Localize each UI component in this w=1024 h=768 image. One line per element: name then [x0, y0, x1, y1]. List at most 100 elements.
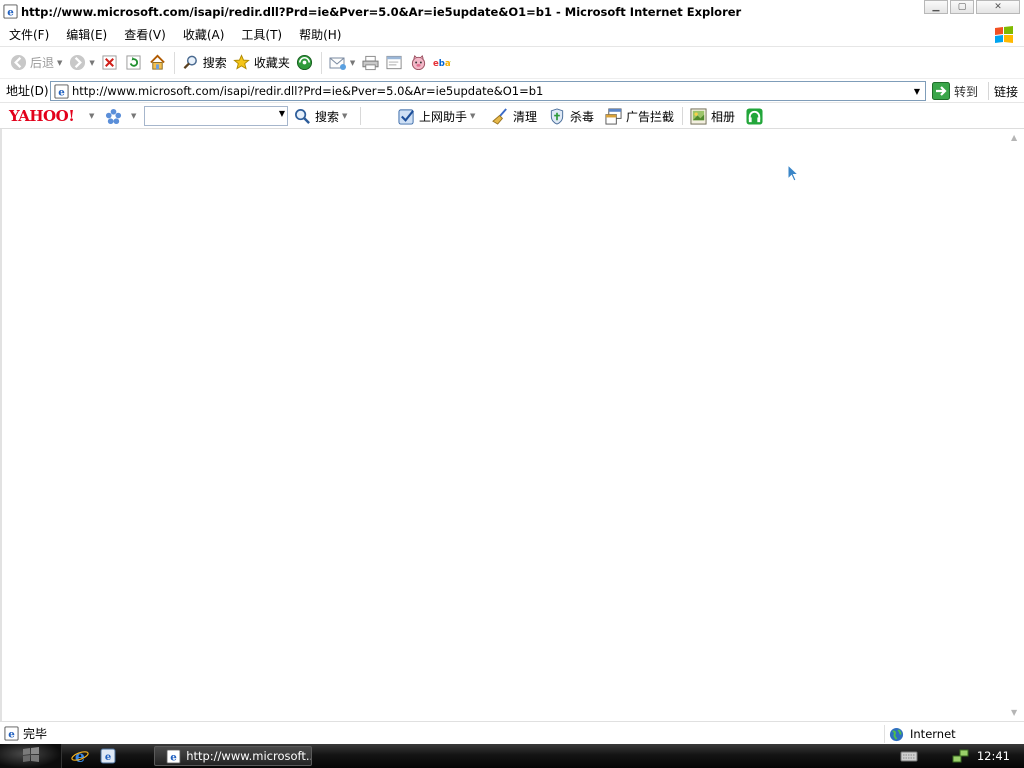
status-bar: e 完毕 Internet [0, 721, 1024, 744]
address-dropdown-icon[interactable]: ▼ [909, 82, 925, 100]
yahoo-search-dropdown-icon[interactable]: ▼ [279, 109, 285, 118]
menu-file[interactable]: 文件(F) [0, 26, 57, 43]
mail-dropdown-icon[interactable]: ▼ [350, 59, 355, 67]
minimize-button[interactable]: ▁ [924, 0, 948, 14]
ie-window: e http://www.microsoft.com/isapi/redir.d… [0, 0, 1024, 768]
broom-icon [491, 107, 509, 125]
address-url: http://www.microsoft.com/isapi/redir.dll… [72, 84, 544, 98]
refresh-button[interactable] [122, 51, 146, 75]
close-icon: ✕ [994, 2, 1002, 12]
adblock-button[interactable]: 广告拦截 [604, 106, 674, 126]
forward-dropdown-icon[interactable]: ▼ [89, 59, 94, 67]
scroll-down-icon[interactable]: ▼ [1011, 708, 1017, 717]
window-controls: ▁ ▢ ✕ [924, 0, 1020, 14]
start-button[interactable] [0, 744, 62, 768]
back-button[interactable]: 后退 ▼ [6, 51, 65, 75]
back-dropdown-icon[interactable]: ▼ [57, 59, 62, 67]
messenger-button[interactable] [406, 51, 430, 75]
go-arrow-icon [932, 82, 950, 100]
menu-edit[interactable]: 编辑(E) [57, 26, 115, 43]
go-label: 转到 [954, 84, 979, 99]
network-icon[interactable] [952, 747, 970, 765]
photo-album-icon [689, 107, 707, 125]
helper-dropdown-icon[interactable]: ▼ [470, 112, 475, 120]
svg-text:e: e [8, 728, 15, 740]
album-button[interactable]: 相册 [689, 106, 735, 126]
task-ie-icon: e [165, 747, 182, 765]
yahoo-search-button[interactable]: 搜索 ▼ [293, 106, 347, 126]
ebay-button[interactable]: ebay [430, 51, 454, 75]
keyboard-icon[interactable] [900, 747, 918, 765]
standard-toolbar: 后退 ▼ ▼ 搜索 收藏夹 ▼ eba [0, 47, 1024, 79]
yahoo-logo-dropdown-icon[interactable]: ▼ [89, 112, 94, 120]
task-label: http://www.microsoft... [186, 749, 311, 763]
links-separator [988, 82, 989, 100]
page-content[interactable]: ▲ ▼ [0, 129, 1024, 721]
scroll-up-icon[interactable]: ▲ [1011, 133, 1017, 142]
stop-button[interactable] [98, 51, 122, 75]
yahoo-search-input[interactable]: ▼ [144, 106, 288, 126]
headphones-icon[interactable] [745, 107, 763, 125]
status-text: 完毕 [23, 726, 48, 741]
menu-view[interactable]: 查看(V) [115, 26, 174, 43]
print-button[interactable] [358, 51, 382, 75]
helper-button[interactable]: 上网助手 ▼ [397, 106, 475, 126]
menu-help[interactable]: 帮助(H) [290, 26, 349, 43]
antivirus-label: 杀毒 [570, 109, 595, 124]
mail-icon [329, 54, 347, 72]
home-icon [149, 54, 167, 72]
clean-button[interactable]: 清理 [491, 106, 537, 126]
edit-icon [385, 54, 403, 72]
search-button[interactable]: 搜索 [179, 51, 230, 75]
taskbar-ie-window[interactable]: e http://www.microsoft... [154, 746, 312, 766]
links-button[interactable]: 链接 [994, 83, 1018, 100]
svg-text:e: e [58, 86, 65, 98]
menu-favorites[interactable]: 收藏(A) [174, 26, 233, 43]
close-button[interactable]: ✕ [976, 0, 1020, 14]
maximize-icon: ▢ [957, 2, 967, 12]
page-icon: e [53, 83, 69, 99]
menu-tools[interactable]: 工具(T) [232, 26, 290, 43]
antivirus-button[interactable]: 杀毒 [548, 106, 594, 126]
zone-label: Internet [910, 727, 956, 741]
minimize-icon: ▁ [932, 2, 940, 12]
page-status-icon: e [3, 725, 19, 741]
forward-button[interactable]: ▼ [65, 51, 97, 75]
media-icon [296, 54, 314, 72]
address-input[interactable]: e http://www.microsoft.com/isapi/redir.d… [50, 81, 926, 101]
title-bar: e http://www.microsoft.com/isapi/redir.d… [0, 0, 1024, 23]
vertical-scrollbar[interactable]: ▲ ▼ [1007, 129, 1024, 721]
shield-icon [548, 107, 566, 125]
clock: 12:41 [976, 749, 1010, 763]
magnifier-icon [293, 107, 311, 125]
go-button[interactable]: 转到 [932, 81, 978, 101]
home-button[interactable] [146, 51, 170, 75]
toolbar-separator [320, 51, 322, 74]
quicklaunch-desktop-icon[interactable]: e [98, 746, 118, 766]
back-icon [9, 54, 27, 72]
favorites-button[interactable]: 收藏夹 [230, 51, 293, 75]
menu-bar: 文件(F) 编辑(E) 查看(V) 收藏(A) 工具(T) 帮助(H) [0, 23, 1024, 47]
maximize-button[interactable]: ▢ [950, 0, 974, 14]
media-button[interactable] [293, 51, 317, 75]
flower-icon[interactable] [104, 107, 122, 125]
search-label: 搜索 [202, 56, 227, 70]
taskbar: e e e http://www.microsoft... 12:41 [0, 744, 1024, 768]
svg-text:e: e [170, 751, 177, 763]
flower-dropdown-icon[interactable]: ▼ [131, 112, 136, 120]
edit-button[interactable] [382, 51, 406, 75]
search-icon [182, 54, 200, 72]
security-zone[interactable]: Internet [884, 725, 956, 743]
yahoo-toolbar-separator [360, 107, 361, 125]
yahoo-logo[interactable]: YAHOO! [9, 107, 75, 125]
svg-text:e: e [7, 6, 14, 18]
popup-blocker-icon [604, 107, 622, 125]
quicklaunch-ie-icon[interactable]: e [70, 746, 90, 766]
mail-button[interactable]: ▼ [326, 51, 358, 75]
checkbox-icon [397, 107, 415, 125]
system-tray: 12:41 [894, 744, 1024, 768]
messenger-icon [409, 54, 427, 72]
address-label: 地址(D) [6, 84, 49, 98]
forward-icon [68, 54, 86, 72]
yahoo-search-options-icon[interactable]: ▼ [342, 112, 347, 120]
